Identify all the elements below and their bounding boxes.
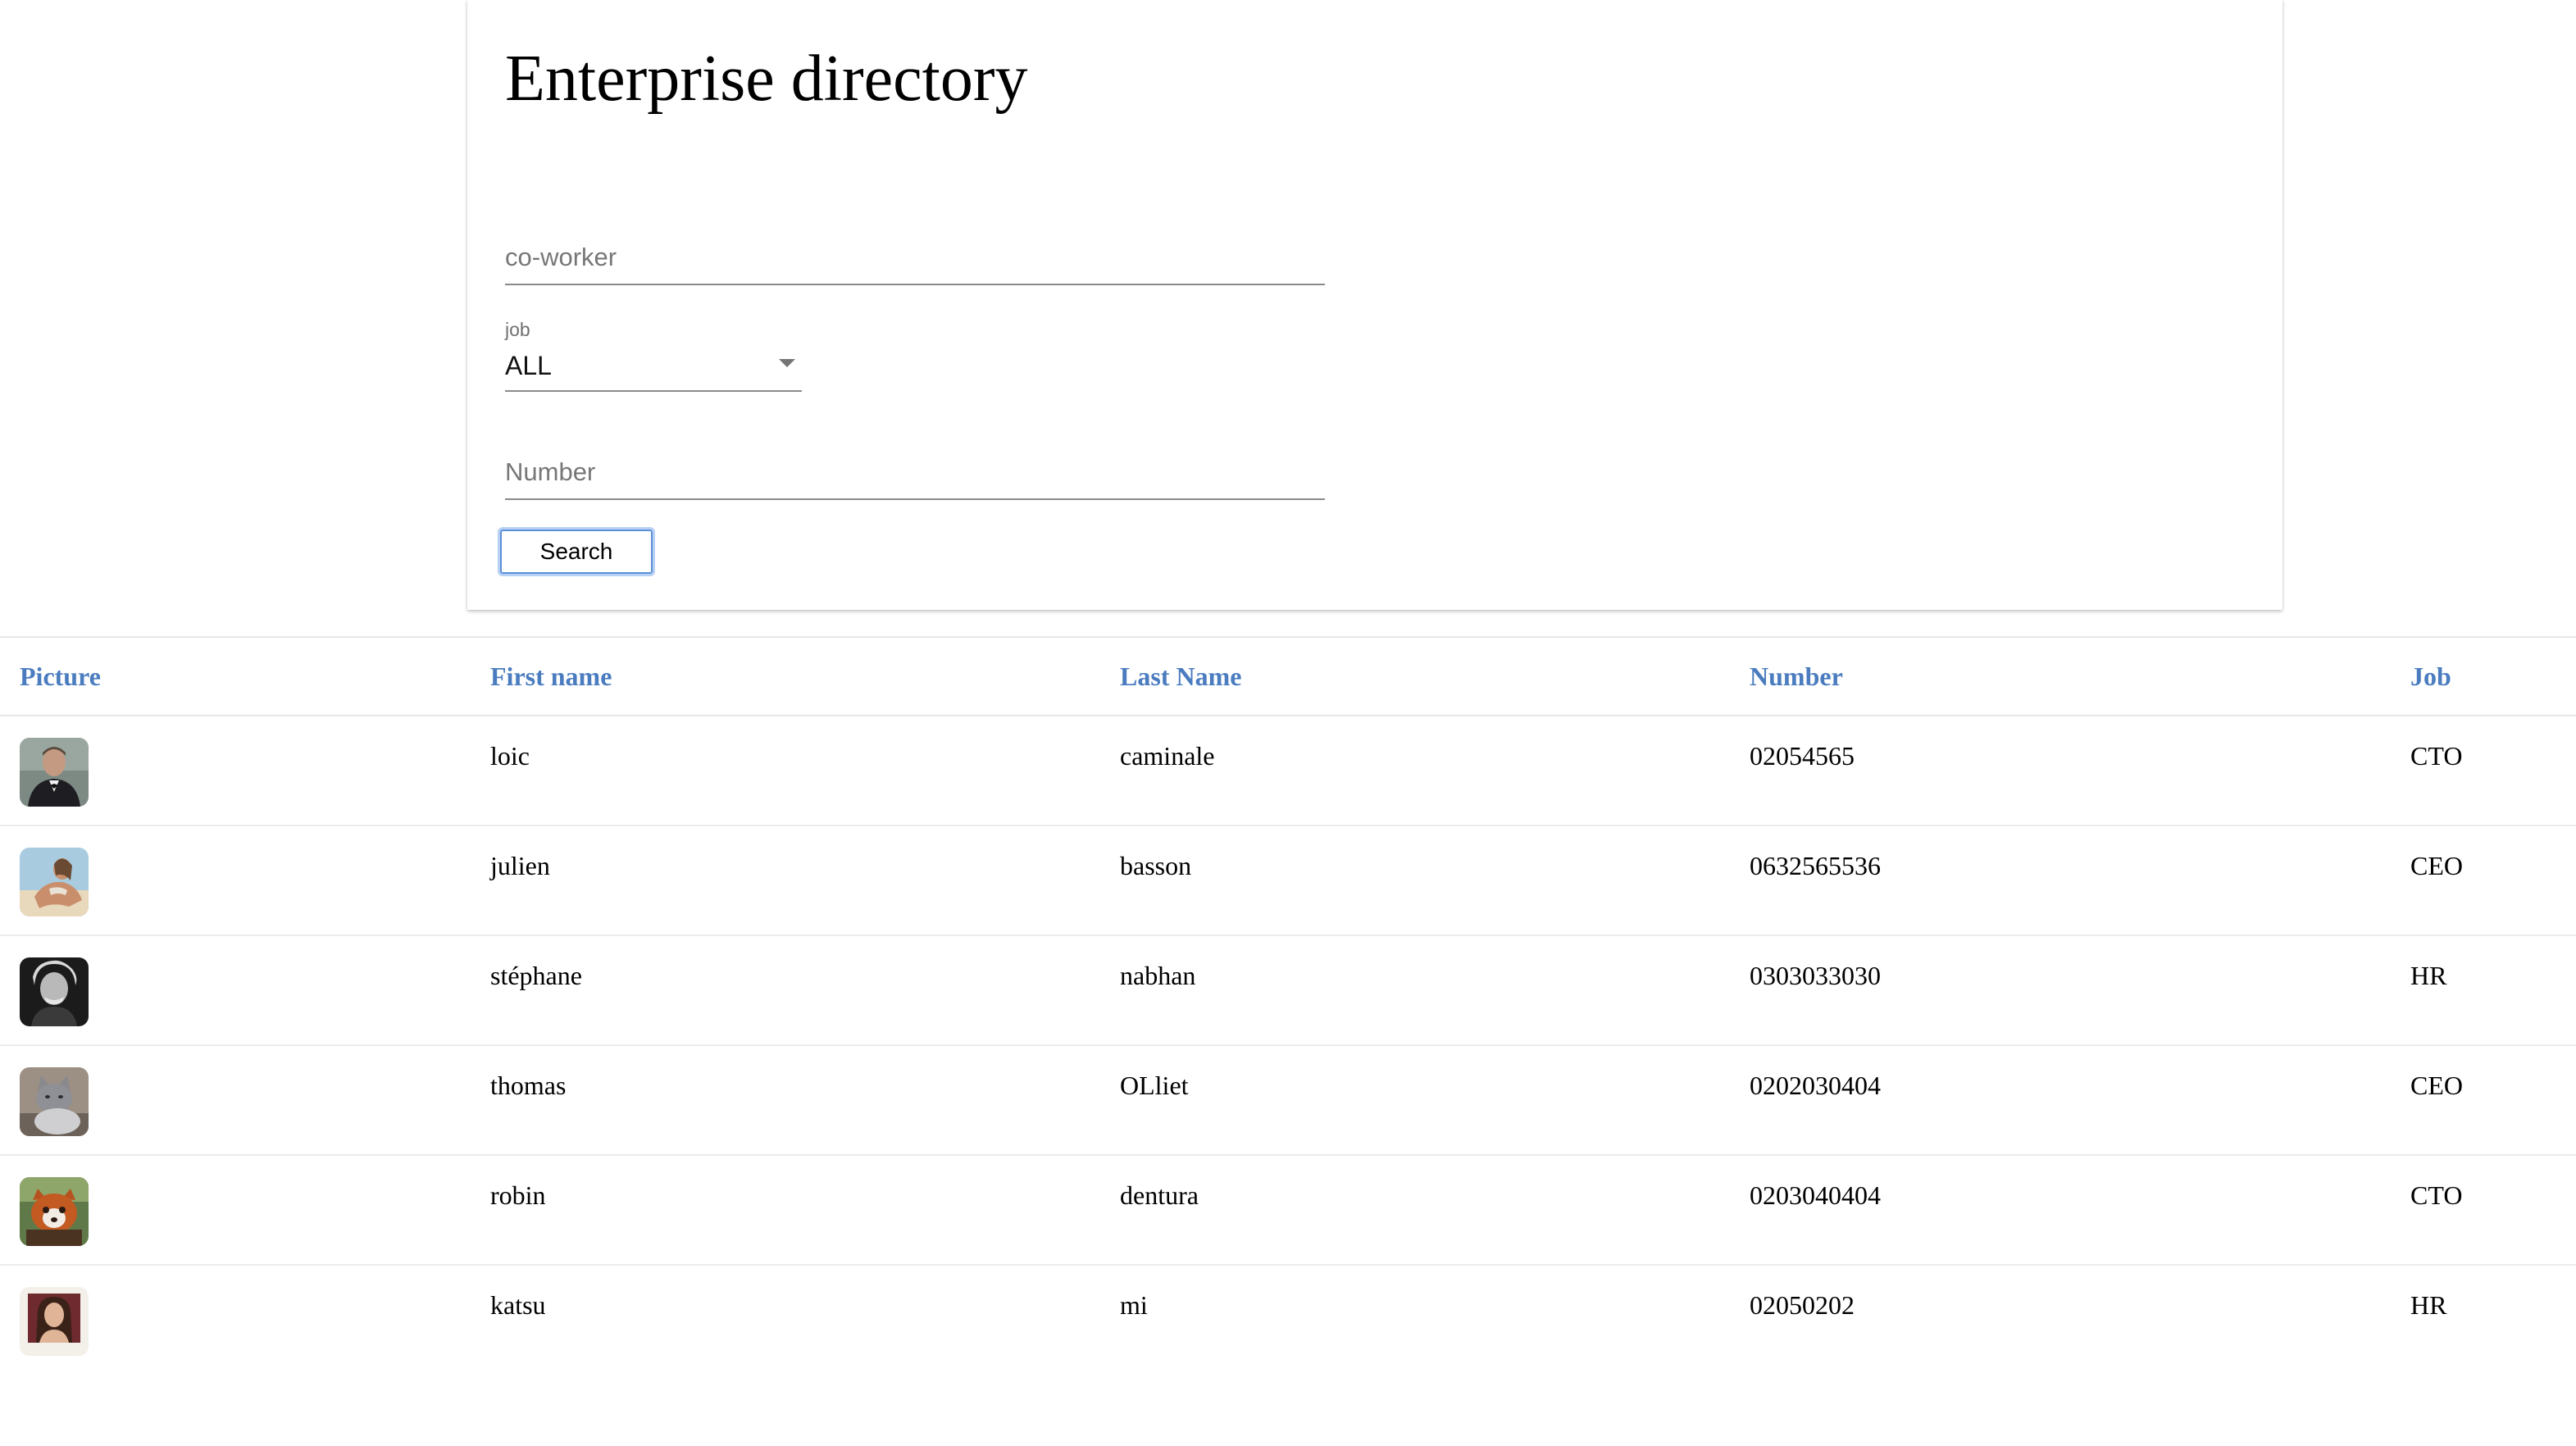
coworker-field[interactable] (505, 239, 1325, 285)
avatar (20, 1287, 89, 1356)
last-name-cell: basson (1100, 825, 1730, 936)
avatar (20, 738, 89, 807)
directory-table: Picture First name Last Name Number Job (0, 636, 2576, 1375)
job-cell: CEO (2391, 1045, 2576, 1156)
picture-cell (0, 1265, 471, 1375)
number-cell: 0203040404 (1730, 1155, 2391, 1266)
avatar (20, 1177, 89, 1246)
job-select-value: ALL (505, 351, 552, 380)
table-row[interactable]: stéphane nabhan 0303033030 HR (0, 935, 2576, 1046)
job-select-label: job (505, 319, 530, 340)
last-name-cell: OLliet (1100, 1045, 1730, 1156)
first-name-cell: stéphane (471, 935, 1100, 1046)
picture-cell (0, 825, 471, 936)
picture-cell (0, 716, 471, 826)
picture-cell (0, 935, 471, 1046)
table-row[interactable]: katsu mi 02050202 HR (0, 1265, 2576, 1375)
column-header-first-name[interactable]: First name (471, 636, 1100, 716)
column-header-last-name[interactable]: Last Name (1100, 636, 1730, 716)
avatar (20, 848, 89, 916)
job-cell: HR (2391, 935, 2576, 1046)
last-name-cell: mi (1120, 1290, 1148, 1320)
first-name-cell: robin (471, 1155, 1100, 1266)
last-name-cell: dentura (1100, 1155, 1730, 1266)
picture-cell (0, 1155, 471, 1266)
number-cell: 02054565 (1730, 716, 2391, 826)
black-and-white-portrait-photo (20, 957, 89, 1026)
woman-at-beach-photo (20, 848, 89, 916)
red-panda-photo (20, 1177, 89, 1246)
number-cell: 0303033030 (1730, 935, 2391, 1046)
dropdown-caret-icon[interactable] (779, 359, 795, 367)
man-in-tuxedo-photo (20, 738, 89, 807)
search-card: Enterprise directory job ALL Search (467, 0, 2282, 610)
table-row[interactable]: loic caminale 02054565 CTO (0, 716, 2576, 826)
first-name-cell: loic (471, 716, 1100, 826)
last-name-cell: nabhan (1100, 935, 1730, 1046)
number-field[interactable] (505, 454, 1325, 500)
table-row[interactable]: thomas OLliet 0202030404 CEO (0, 1045, 2576, 1156)
number-cell: 02050202 (1750, 1290, 1855, 1320)
table-row[interactable]: julien basson 0632565536 CEO (0, 825, 2576, 936)
picture-cell (0, 1045, 471, 1156)
job-cell: CTO (2391, 1155, 2576, 1266)
cat-photo (20, 1067, 89, 1136)
page-title: Enterprise directory (505, 43, 1028, 115)
avatar (20, 1067, 89, 1136)
job-cell: CTO (2391, 716, 2576, 826)
avatar (20, 957, 89, 1026)
column-header-job[interactable]: Job (2391, 636, 2576, 716)
table-header-row: Picture First name Last Name Number Job (0, 636, 2576, 716)
first-name-cell: katsu (490, 1290, 546, 1320)
woman-portrait-photo (20, 1287, 89, 1356)
job-cell: HR (2410, 1290, 2447, 1320)
first-name-cell: thomas (471, 1045, 1100, 1156)
column-header-picture[interactable]: Picture (0, 636, 471, 716)
column-header-number[interactable]: Number (1730, 636, 2391, 716)
coworker-input[interactable] (505, 239, 1325, 275)
number-input[interactable] (505, 454, 1325, 490)
search-button[interactable]: Search (498, 527, 655, 576)
job-select[interactable]: ALL (505, 344, 802, 392)
job-cell: CEO (2391, 825, 2576, 936)
number-cell: 0632565536 (1730, 825, 2391, 936)
last-name-cell: caminale (1100, 716, 1730, 826)
first-name-cell: julien (471, 825, 1100, 936)
table-row[interactable]: robin dentura 0203040404 CTO (0, 1155, 2576, 1266)
number-cell: 0202030404 (1730, 1045, 2391, 1156)
